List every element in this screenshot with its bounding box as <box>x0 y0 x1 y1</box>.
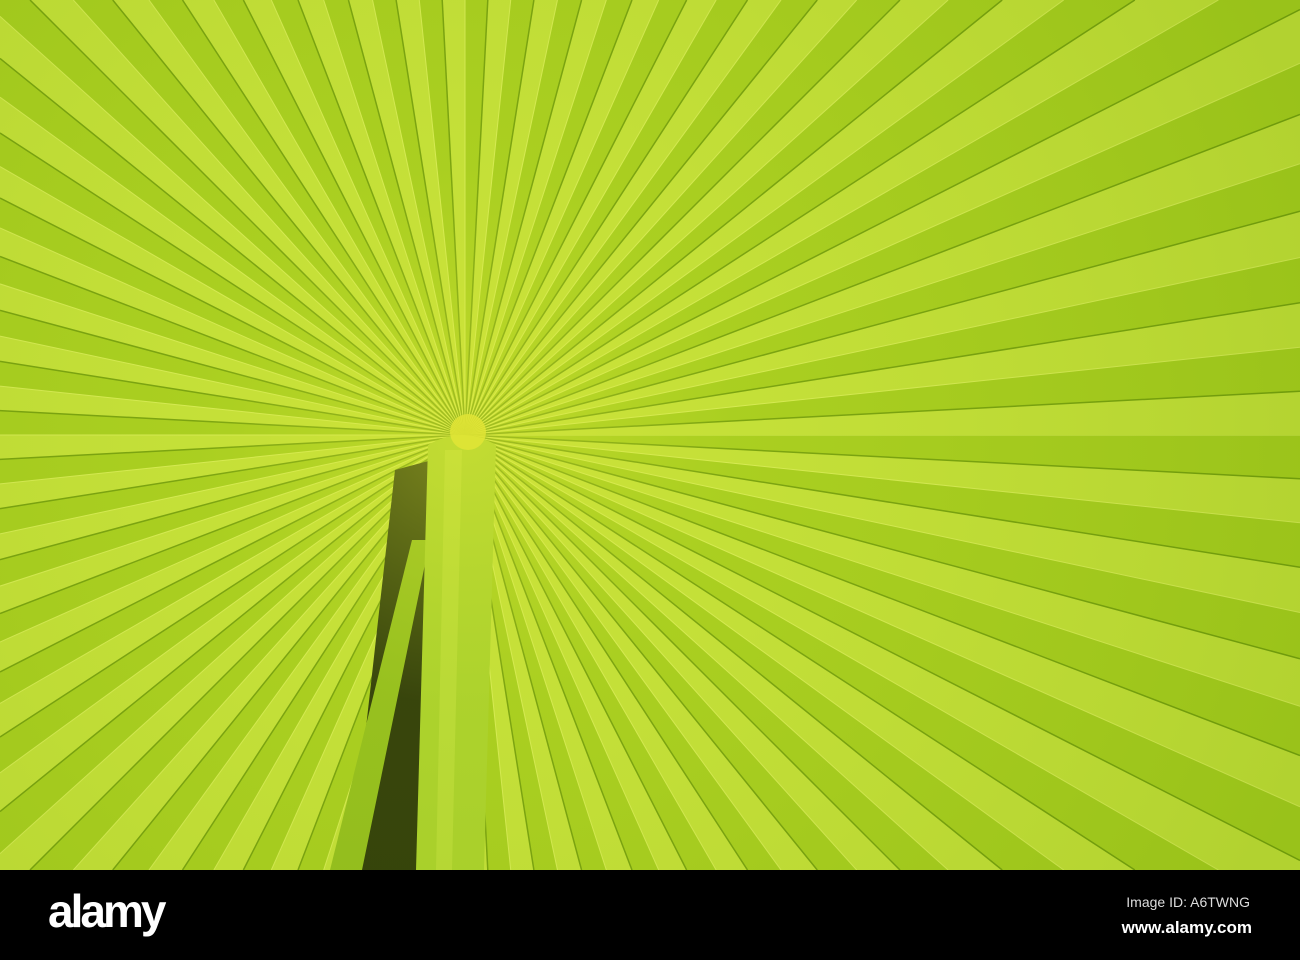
palm-leaf-image <box>0 0 1300 870</box>
site-url[interactable]: www.alamy.com <box>1122 918 1252 938</box>
image-id-label: Image ID: A6TWNG <box>1126 894 1250 910</box>
watermark-footer: alamy Image ID: A6TWNG www.alamy.com <box>0 870 1300 960</box>
palm-leaf-photo: alamy Image ID: A6TWNG www.alamy.com <box>0 0 1300 960</box>
alamy-logo: alamy <box>48 885 166 937</box>
leaf-hub <box>450 414 486 450</box>
light-overlay <box>0 0 1300 870</box>
